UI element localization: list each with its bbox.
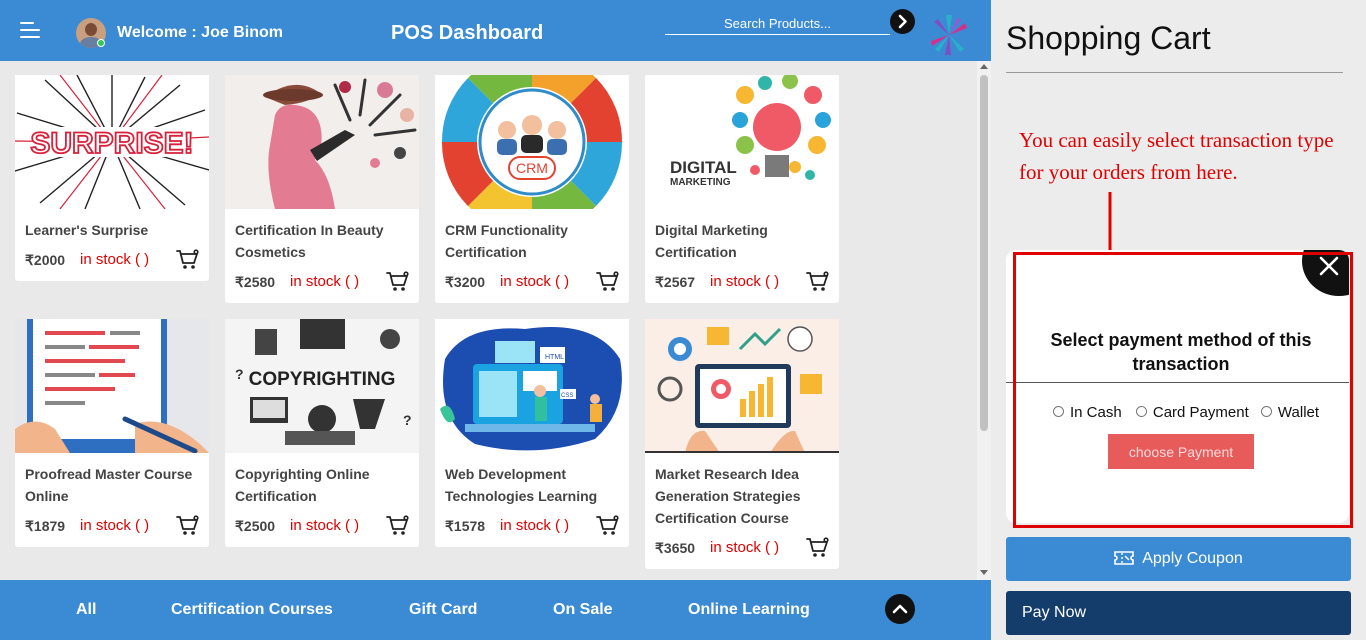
svg-text:?: ?	[235, 366, 244, 382]
add-to-cart-icon[interactable]	[176, 249, 200, 271]
cart-icon	[386, 515, 409, 535]
shopping-cart-panel: Shopping Cart You can easily select tran…	[991, 0, 1366, 640]
category-all[interactable]: All	[76, 601, 96, 619]
search-submit-button[interactable]	[890, 9, 915, 34]
stock-status: in stock ( )	[500, 517, 570, 534]
cart-icon	[386, 271, 409, 291]
stock-status: in stock ( )	[80, 517, 150, 534]
arrow-right-icon	[898, 14, 907, 29]
svg-text:MARKETING: MARKETING	[670, 177, 731, 188]
welcome-text: Welcome : Joe Binom	[117, 24, 283, 41]
add-to-cart-icon[interactable]	[386, 515, 410, 537]
product-grid: SURPRISE! Learner's Surprise ₹2000 in st…	[0, 61, 977, 580]
add-to-cart-icon[interactable]	[386, 271, 410, 293]
scrollbar-thumb[interactable]	[980, 75, 988, 431]
product-image: CRM	[435, 75, 629, 209]
product-price: ₹3650	[655, 540, 696, 556]
product-price: ₹1879	[25, 518, 66, 534]
add-to-cart-icon[interactable]	[596, 271, 620, 293]
apply-coupon-label: Apply Coupon	[1142, 550, 1243, 567]
product-price: ₹2567	[655, 274, 696, 290]
svg-text:CSS: CSS	[561, 393, 573, 399]
product-image: HTML CSS	[435, 319, 629, 453]
svg-text:HTML: HTML	[545, 354, 564, 361]
page-title: POS Dashboard	[391, 22, 544, 44]
product-name: Digital Marketing Certification	[655, 222, 768, 260]
top-header: Welcome : Joe Binom POS Dashboard	[0, 0, 991, 61]
svg-text:CRM: CRM	[516, 160, 548, 176]
product-name: Copyrighting Online Certification	[235, 466, 370, 504]
add-to-cart-icon[interactable]	[806, 537, 830, 559]
add-to-cart-icon[interactable]	[176, 515, 200, 537]
product-card[interactable]: Certification In Beauty Cosmetics ₹2580 …	[225, 75, 419, 303]
scroll-down-arrow-icon[interactable]	[980, 570, 988, 575]
product-image	[645, 319, 839, 453]
product-image	[15, 319, 209, 453]
category-bar: All Certification Courses Gift Card On S…	[0, 580, 991, 640]
product-name: Certification In Beauty Cosmetics	[235, 222, 384, 260]
divider	[1006, 72, 1343, 73]
product-image: SURPRISE!	[15, 75, 209, 209]
chevron-up-icon	[892, 604, 908, 614]
product-image: DIGITAL MARKETING	[645, 75, 839, 209]
stock-status: in stock ( )	[80, 251, 150, 268]
product-image	[225, 75, 419, 209]
product-name: Web Development Technologies Learning	[445, 466, 598, 504]
stock-status: in stock ( )	[290, 273, 360, 290]
product-price: ₹1578	[445, 518, 486, 534]
logo	[931, 15, 967, 55]
coupon-icon	[1114, 551, 1135, 565]
product-name: Proofread Master Course Online	[25, 466, 193, 504]
stock-status: in stock ( )	[290, 517, 360, 534]
category-gift-card[interactable]: Gift Card	[409, 601, 477, 619]
cart-icon	[596, 271, 619, 291]
product-price: ₹3200	[445, 274, 486, 290]
stock-status: in stock ( )	[500, 273, 570, 290]
product-name: Learner's Surprise	[25, 222, 149, 238]
product-price: ₹2500	[235, 518, 276, 534]
search-input[interactable]	[665, 13, 890, 35]
hamburger-menu-icon[interactable]	[20, 22, 40, 38]
category-online-learning[interactable]: Online Learning	[688, 601, 810, 619]
cart-icon	[806, 537, 829, 557]
scroll-top-button[interactable]	[885, 594, 915, 624]
cart-icon	[176, 249, 199, 269]
cart-icon	[596, 515, 619, 535]
product-name: Market Research Idea Generation Strategi…	[655, 466, 801, 526]
cart-icon	[806, 271, 829, 291]
product-price: ₹2580	[235, 274, 276, 290]
svg-text:COPYRIGHTING: COPYRIGHTING	[249, 369, 396, 390]
scroll-up-arrow-icon[interactable]	[980, 64, 988, 69]
product-image: COPYRIGHTING ? ?	[225, 319, 419, 453]
product-card[interactable]: CRM CRM Functionality Certification ₹320…	[435, 75, 629, 303]
product-grid-scrollbar[interactable]	[977, 61, 991, 580]
product-card[interactable]: Market Research Idea Generation Strategi…	[645, 319, 839, 569]
product-card[interactable]: SURPRISE! Learner's Surprise ₹2000 in st…	[15, 75, 209, 281]
svg-text:SURPRISE!: SURPRISE!	[30, 127, 193, 160]
annotation-text: You can easily select transaction type f…	[1019, 128, 1334, 184]
stock-status: in stock ( )	[710, 273, 780, 290]
stock-status: in stock ( )	[710, 539, 780, 556]
category-certification-courses[interactable]: Certification Courses	[171, 601, 333, 619]
svg-text:DIGITAL: DIGITAL	[670, 158, 737, 177]
highlight-box	[1013, 252, 1353, 528]
product-card[interactable]: DIGITAL MARKETING Digital Marketing Cert…	[645, 75, 839, 303]
product-price: ₹2000	[25, 252, 66, 268]
category-on-sale[interactable]: On Sale	[553, 601, 613, 619]
cart-icon	[176, 515, 199, 535]
pay-now-button[interactable]: Pay Now	[1006, 591, 1351, 635]
svg-text:?: ?	[403, 412, 412, 428]
product-card[interactable]: HTML CSS Web Development Technologies Le…	[435, 319, 629, 547]
product-name: CRM Functionality Certification	[445, 222, 568, 260]
product-card[interactable]: COPYRIGHTING ? ? Copyrighting Online Cer…	[225, 319, 419, 547]
product-card[interactable]: Proofread Master Course Online ₹1879 in …	[15, 319, 209, 547]
apply-coupon-button[interactable]: Apply Coupon	[1006, 537, 1351, 581]
add-to-cart-icon[interactable]	[596, 515, 620, 537]
cart-title: Shopping Cart	[1006, 20, 1211, 56]
online-status-dot	[97, 39, 105, 47]
add-to-cart-icon[interactable]	[806, 271, 830, 293]
